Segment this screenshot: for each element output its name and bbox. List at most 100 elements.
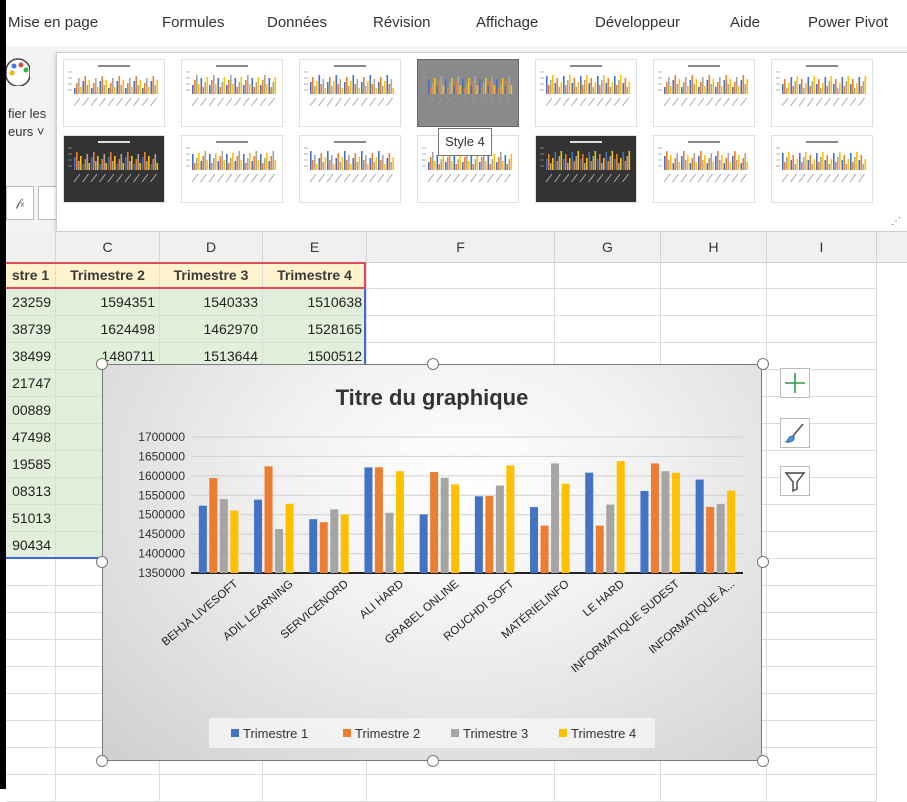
- tab-revision[interactable]: Révision: [373, 14, 431, 31]
- table-data-cell[interactable]: 90434: [6, 532, 56, 559]
- empty-cell[interactable]: [661, 316, 767, 343]
- tab-donnees[interactable]: Données: [267, 14, 327, 31]
- empty-cell[interactable]: [367, 316, 555, 343]
- column-header-h[interactable]: H: [661, 232, 767, 262]
- chart-style-thumb[interactable]: [535, 59, 637, 127]
- bar-trimestre-3: [385, 512, 394, 573]
- empty-cell[interactable]: [767, 586, 877, 613]
- empty-cell[interactable]: [6, 694, 56, 721]
- table-data-cell[interactable]: 1624498: [56, 316, 160, 343]
- tab-affichage[interactable]: Affichage: [476, 14, 538, 31]
- chart-style-thumb[interactable]: [63, 135, 165, 203]
- empty-cell[interactable]: [6, 667, 56, 694]
- modify-colors-label[interactable]: fier les: [8, 106, 46, 121]
- chart-styles-button[interactable]: [780, 418, 810, 448]
- empty-cell[interactable]: [6, 559, 56, 586]
- table-header-cell[interactable]: Trimestre 4: [263, 262, 367, 289]
- formula-button[interactable]: 𝒻ₓ: [6, 186, 34, 220]
- empty-cell[interactable]: [767, 343, 877, 370]
- table-data-cell[interactable]: 08313: [6, 478, 56, 505]
- chart-area[interactable]: Titre du graphique 1350000 1400000 1450000…: [102, 364, 762, 761]
- bar-trimestre-2: [430, 471, 439, 573]
- resize-handle-tr[interactable]: [757, 358, 769, 370]
- resize-handle-bl[interactable]: [96, 755, 108, 767]
- empty-cell[interactable]: [6, 640, 56, 667]
- empty-cell[interactable]: [767, 640, 877, 667]
- empty-cell[interactable]: [6, 613, 56, 640]
- table-data-cell[interactable]: 21747: [6, 370, 56, 397]
- table-data-cell[interactable]: 1510638: [263, 289, 367, 316]
- modify-colors-label-2[interactable]: eurs ˅: [8, 124, 45, 139]
- empty-cell[interactable]: [767, 559, 877, 586]
- column-header-b[interactable]: [6, 232, 56, 262]
- empty-cell[interactable]: [6, 721, 56, 748]
- table-data-cell[interactable]: 51013: [6, 505, 56, 532]
- chart-elements-button[interactable]: [780, 368, 810, 398]
- empty-cell[interactable]: [661, 262, 767, 289]
- table-data-cell[interactable]: 1528165: [263, 316, 367, 343]
- chart-style-thumb[interactable]: [535, 135, 637, 203]
- chart-style-thumb[interactable]: [181, 135, 283, 203]
- empty-cell[interactable]: [767, 694, 877, 721]
- table-header-cell[interactable]: stre 1: [6, 262, 56, 289]
- table-data-cell[interactable]: 47498: [6, 424, 56, 451]
- column-header-g[interactable]: G: [555, 232, 661, 262]
- resize-handle-right[interactable]: [757, 556, 769, 568]
- chart-style-thumb[interactable]: [653, 135, 755, 203]
- table-data-cell[interactable]: 1594351: [56, 289, 160, 316]
- empty-cell[interactable]: [767, 721, 877, 748]
- bar-trimestre-4: [451, 484, 460, 573]
- empty-cell[interactable]: [767, 613, 877, 640]
- chart-style-thumb[interactable]: [417, 59, 519, 127]
- chart-filters-button[interactable]: [780, 466, 810, 496]
- resize-handle-top[interactable]: [427, 358, 439, 370]
- chart-style-thumb[interactable]: [771, 135, 873, 203]
- column-header-d[interactable]: D: [160, 232, 263, 262]
- empty-cell[interactable]: [6, 586, 56, 613]
- resize-handle-left[interactable]: [96, 556, 108, 568]
- chart-style-thumb[interactable]: [181, 59, 283, 127]
- gallery-resize-grip[interactable]: ⋰: [891, 216, 901, 227]
- table-data-cell[interactable]: 38739: [6, 316, 56, 343]
- table-data-cell[interactable]: 19585: [6, 451, 56, 478]
- table-header-cell[interactable]: Trimestre 2: [56, 262, 160, 289]
- chart-style-thumb[interactable]: [63, 59, 165, 127]
- empty-cell[interactable]: [367, 262, 555, 289]
- empty-cell[interactable]: [555, 316, 661, 343]
- empty-cell[interactable]: [767, 667, 877, 694]
- tab-aide[interactable]: Aide: [730, 14, 760, 31]
- chart-style-thumb[interactable]: [653, 59, 755, 127]
- empty-cell[interactable]: [767, 289, 877, 316]
- column-header-e[interactable]: E: [263, 232, 367, 262]
- table-data-cell[interactable]: 1462970: [160, 316, 263, 343]
- table-data-cell[interactable]: 1540333: [160, 289, 263, 316]
- empty-cell[interactable]: [767, 262, 877, 289]
- empty-cell[interactable]: [555, 262, 661, 289]
- column-header-i[interactable]: I: [767, 232, 877, 262]
- resize-handle-tl[interactable]: [96, 358, 108, 370]
- tab-formules[interactable]: Formules: [162, 14, 225, 31]
- table-header-cell[interactable]: Trimestre 3: [160, 262, 263, 289]
- empty-cell[interactable]: [767, 532, 877, 559]
- empty-cell[interactable]: [367, 289, 555, 316]
- chart-style-thumb[interactable]: [299, 59, 401, 127]
- empty-cell[interactable]: [661, 289, 767, 316]
- column-header-c[interactable]: C: [56, 232, 160, 262]
- tab-developpeur[interactable]: Développeur: [595, 14, 680, 31]
- empty-cell[interactable]: [767, 748, 877, 775]
- resize-handle-br[interactable]: [757, 755, 769, 767]
- table-data-cell[interactable]: 00889: [6, 397, 56, 424]
- palette-icon[interactable]: [4, 58, 30, 86]
- empty-cell[interactable]: [555, 289, 661, 316]
- empty-cell[interactable]: [767, 316, 877, 343]
- empty-cell[interactable]: [767, 505, 877, 532]
- tab-mise-en-page[interactable]: Mise en page: [8, 14, 98, 31]
- tab-power-pivot[interactable]: Power Pivot: [808, 14, 888, 31]
- resize-handle-bottom[interactable]: [427, 755, 439, 767]
- column-header-f[interactable]: F: [367, 232, 555, 262]
- chart-style-thumb[interactable]: [771, 59, 873, 127]
- empty-cell[interactable]: [6, 748, 56, 775]
- chart-style-thumb[interactable]: [299, 135, 401, 203]
- table-data-cell[interactable]: 38499: [6, 343, 56, 370]
- table-data-cell[interactable]: 23259: [6, 289, 56, 316]
